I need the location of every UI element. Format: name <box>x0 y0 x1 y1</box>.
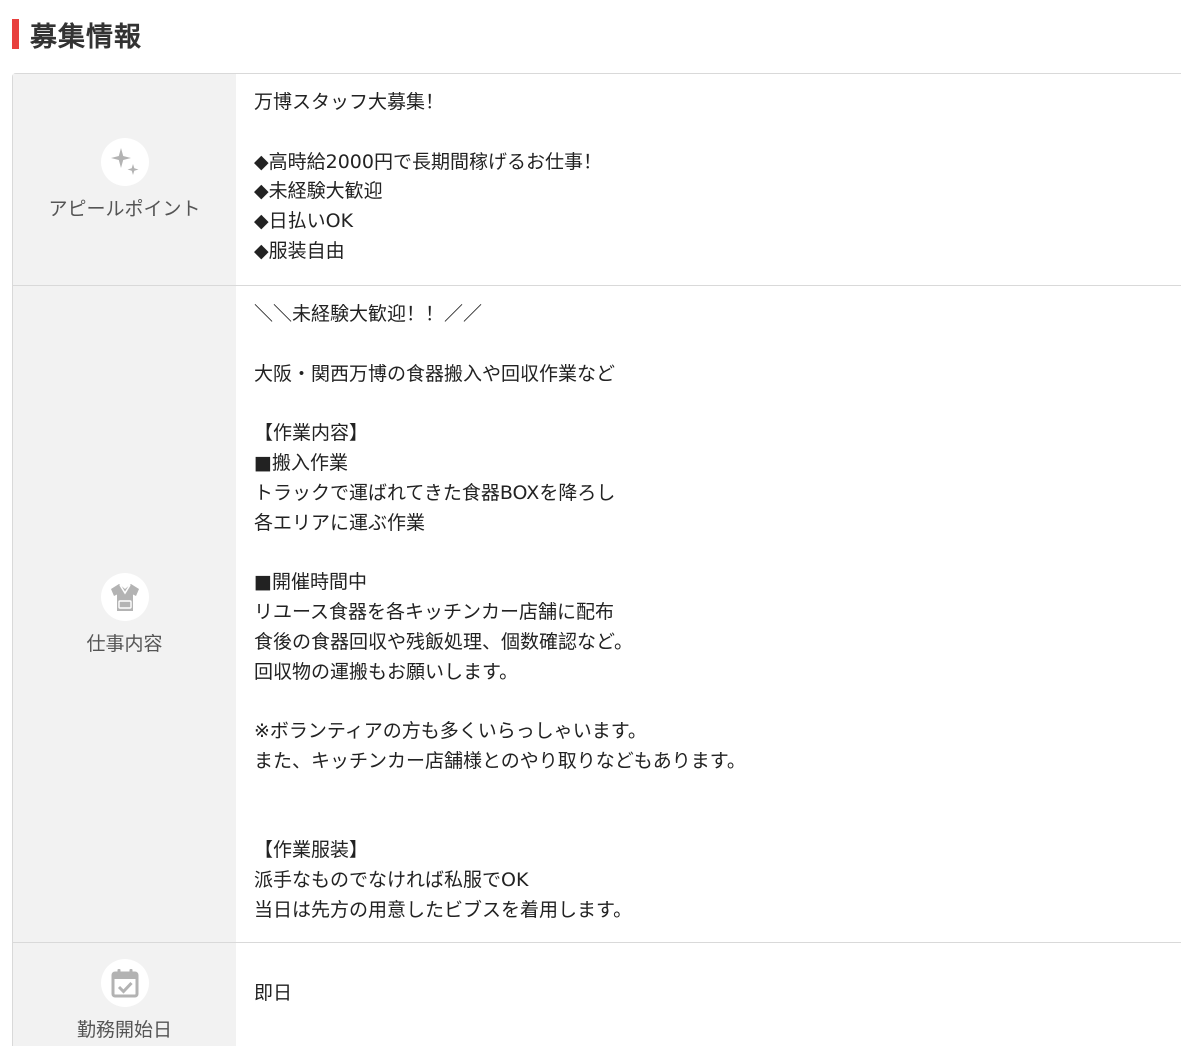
start-date-label: 勤務開始日 <box>76 1019 172 1041</box>
calendar-check-icon <box>100 959 149 1007</box>
appeal-point-content: 万博スタッフ大募集！ ◆高時給2000円で長期間稼げるお仕事！ ◆未経験大歓迎 … <box>254 91 602 262</box>
recruitment-info-table: アピールポイント 万博スタッフ大募集！ ◆高時給2000円で長期間稼げるお仕事！… <box>12 73 1181 1046</box>
appeal-point-label: アピールポイント <box>48 198 201 220</box>
section-title: 募集情報 <box>30 21 142 53</box>
start-date-row: 勤務開始日 即日 <box>13 943 1181 1046</box>
job-description-row: 仕事内容 ＼＼未経験大歓迎！！／／ 大阪・関西万博の食器搬入や回収作業など 【作… <box>13 286 1181 943</box>
section-header: 募集情報 <box>12 18 142 53</box>
sparkle-icon <box>100 138 149 186</box>
job-description-content: ＼＼未経験大歓迎！！／／ 大阪・関西万博の食器搬入や回収作業など 【作業内容】 … <box>254 303 746 921</box>
appeal-point-row: アピールポイント 万博スタッフ大募集！ ◆高時給2000円で長期間稼げるお仕事！… <box>13 74 1181 286</box>
job-description-label-cell: 仕事内容 <box>13 286 236 942</box>
job-description-label: 仕事内容 <box>86 632 163 655</box>
shirt-icon <box>100 572 149 621</box>
title-accent-bar <box>12 19 19 49</box>
start-date-label-cell: 勤務開始日 <box>13 943 236 1046</box>
appeal-point-label-cell: アピールポイント <box>13 74 236 285</box>
start-date-content: 即日 <box>254 982 293 1004</box>
